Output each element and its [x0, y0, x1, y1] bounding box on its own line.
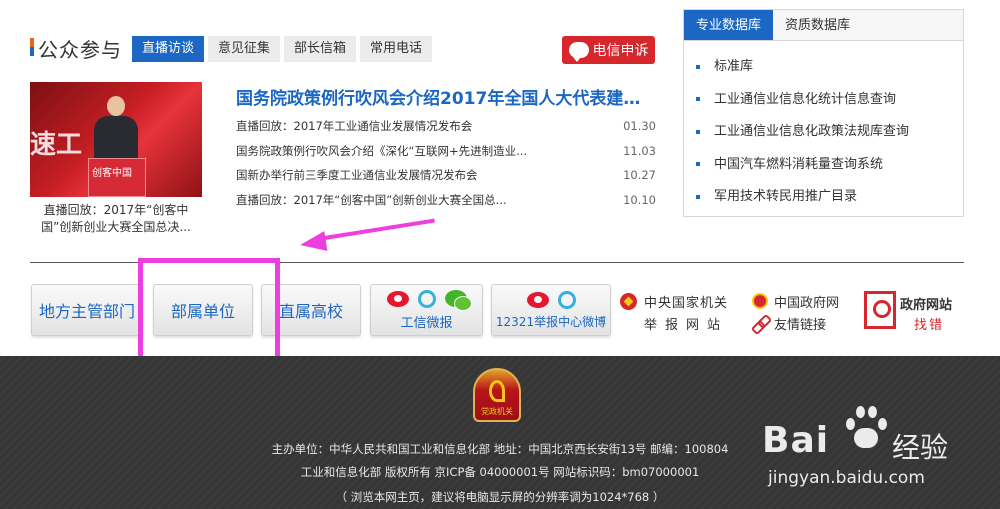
- paw-toe: [856, 406, 865, 418]
- watermark-brand: Bai: [762, 420, 830, 461]
- database-item[interactable]: 工业通信业信息化统计信息查询: [696, 84, 963, 117]
- news-title: 直播回放：2017年工业通信业发展情况发布会: [236, 119, 473, 133]
- headline-link[interactable]: 国务院政策例行吹风会介绍2017年全国人大代表建议...: [236, 84, 656, 109]
- local-authorities-button[interactable]: 地方主管部门: [31, 284, 143, 336]
- annotation-arrow-shaft: [317, 218, 435, 241]
- news-date: 10.10: [623, 192, 656, 207]
- database-panel: 专业数据库 资质数据库 标准库 工业通信业信息化统计信息查询 工业通信业信息化政…: [683, 9, 964, 217]
- speaker-figure: [94, 96, 138, 160]
- tab-opinion-collection[interactable]: 意见征集: [208, 36, 281, 62]
- baidu-paw-icon: [842, 404, 892, 454]
- participation-tabs: 直播访谈 意见征集 部长信箱 常用电话: [132, 36, 433, 62]
- tab-common-phones[interactable]: 常用电话: [360, 36, 433, 62]
- bullet-icon: [696, 162, 700, 166]
- weibo-icon: [386, 290, 409, 307]
- news-item[interactable]: 直播回放：2017年“创客中国”创新创业大赛全国总... 10.10: [236, 190, 656, 215]
- central-report-line1: 中央国家机关: [644, 296, 729, 311]
- news-title: 国务院政策例行吹风会介绍《深化“互联网+先进制造业...: [236, 143, 528, 158]
- news-date: 10.27: [623, 168, 656, 182]
- badge-emblem-icon: [489, 380, 505, 402]
- telecom-complaint-button[interactable]: 电信申诉: [562, 36, 655, 64]
- news-date: 01.30: [623, 119, 656, 133]
- national-emblem-icon: [752, 293, 768, 309]
- link-chain-icon: [752, 315, 768, 331]
- speaker-suit: [94, 116, 138, 160]
- central-report-line2: 举报网站: [644, 318, 729, 333]
- database-item-label: 中国汽车燃料消耗量查询系统: [714, 156, 884, 172]
- watermark-product: 经验: [892, 431, 949, 464]
- report-center-weibo-button[interactable]: 12321举报中心微博: [491, 284, 611, 336]
- annotation-arrow-icon: [298, 231, 328, 255]
- site-error-report-link[interactable]: 政府网站 找错: [862, 290, 964, 333]
- database-item[interactable]: 中国汽车燃料消耗量查询系统: [696, 149, 963, 182]
- podium-label: 创客中国: [92, 168, 132, 179]
- party-government-badge[interactable]: 党政机关: [473, 368, 521, 422]
- friend-links-link[interactable]: 友情链接: [752, 312, 852, 334]
- baidu-jingyan-watermark: Bai 经验 jingyan.baidu.com: [762, 404, 992, 490]
- report-center-weibo-label: 12321举报中心微博: [495, 314, 607, 329]
- watermark-url: jingyan.baidu.com: [768, 468, 925, 488]
- database-item-label: 军用技术转民用推广目录: [714, 189, 858, 204]
- database-item-label: 工业通信业信息化统计信息查询: [714, 91, 897, 107]
- tab-minister-mailbox[interactable]: 部长信箱: [284, 36, 357, 62]
- party-emblem-icon: [620, 293, 637, 310]
- database-list: 标准库 工业通信业信息化统计信息查询 工业通信业信息化政策法规库查询 中国汽车燃…: [684, 41, 963, 214]
- gov-site-label: 中国政府网: [774, 295, 840, 311]
- database-item[interactable]: 军用技术转民用推广目录: [696, 181, 963, 214]
- miit-weibo-button[interactable]: 工信微报: [370, 284, 483, 336]
- database-item-label: 标准库: [714, 59, 754, 74]
- paw-toe: [868, 406, 877, 418]
- news-list: 直播回放：2017年工业通信业发展情况发布会 01.30 国务院政策例行吹风会介…: [236, 116, 656, 214]
- social-icons: [526, 290, 576, 309]
- wechat-icon: [444, 290, 472, 311]
- gov-site-link[interactable]: 中国政府网: [752, 290, 852, 312]
- weibo-icon: [526, 291, 549, 308]
- tencent-weibo-icon: [417, 289, 436, 308]
- news-date: 11.03: [623, 143, 656, 158]
- news-item[interactable]: 直播回放：2017年工业通信业发展情况发布会 01.30: [236, 116, 656, 141]
- database-tabs: 专业数据库 资质数据库: [684, 10, 963, 41]
- feature-photo[interactable]: 速工 创客中国: [30, 82, 202, 197]
- news-item[interactable]: 国务院政策例行吹风会介绍《深化“互联网+先进制造业... 11.03: [236, 141, 656, 166]
- section-marker: [30, 38, 34, 56]
- miit-weibo-label: 工信微报: [400, 315, 453, 331]
- telecom-complaint-label: 电信申诉: [592, 43, 649, 59]
- public-participation-header: 公众参与 直播访谈 意见征集 部长信箱 常用电话 电信申诉: [30, 34, 655, 64]
- badge-label: 党政机关: [481, 407, 513, 416]
- error-report-line2: 找错: [914, 318, 945, 333]
- tab-qualification-database[interactable]: 资质数据库: [773, 10, 862, 40]
- feature-caption[interactable]: 直播回放：2017年“创客中国”创新创业大赛全国总决...: [30, 202, 202, 236]
- speech-bubble-icon: [568, 42, 589, 62]
- tab-live-interview[interactable]: 直播访谈: [132, 36, 205, 62]
- news-item[interactable]: 国新办举行前三季度工业通信业发展情况发布会 10.27: [236, 165, 656, 190]
- news-title: 直播回放：2017年“创客中国”创新创业大赛全国总...: [236, 192, 507, 207]
- paw-toe: [846, 418, 855, 430]
- database-item-label: 工业通信业信息化政策法规库查询: [714, 124, 910, 139]
- paw-toe: [878, 418, 887, 430]
- feature-photo-backdrop-text: 速工: [30, 130, 83, 160]
- error-report-line1: 政府网站: [900, 298, 953, 313]
- bullet-icon: [696, 97, 700, 101]
- section-title: 公众参与: [38, 38, 122, 62]
- gov-links: 中国政府网 友情链接: [752, 290, 852, 334]
- bullet-icon: [696, 194, 700, 199]
- tab-professional-database[interactable]: 专业数据库: [684, 10, 774, 40]
- friend-links-label: 友情链接: [774, 317, 827, 333]
- social-icons: [386, 289, 472, 311]
- database-item[interactable]: 工业通信业信息化政策法规库查询: [696, 116, 963, 149]
- bullet-icon: [696, 64, 700, 69]
- footer-resolution-note: （ 浏览本网主页，建议将电脑显示屏的分辨率调为1024*768 ）: [335, 490, 665, 504]
- news-title: 国新办举行前三季度工业通信业发展情况发布会: [236, 168, 478, 182]
- speaker-head: [107, 96, 125, 116]
- paw-pad: [854, 428, 878, 448]
- magnifier-icon: [864, 291, 896, 329]
- database-item[interactable]: 标准库: [696, 51, 963, 84]
- tencent-weibo-icon: [557, 290, 576, 309]
- bullet-icon: [696, 129, 700, 134]
